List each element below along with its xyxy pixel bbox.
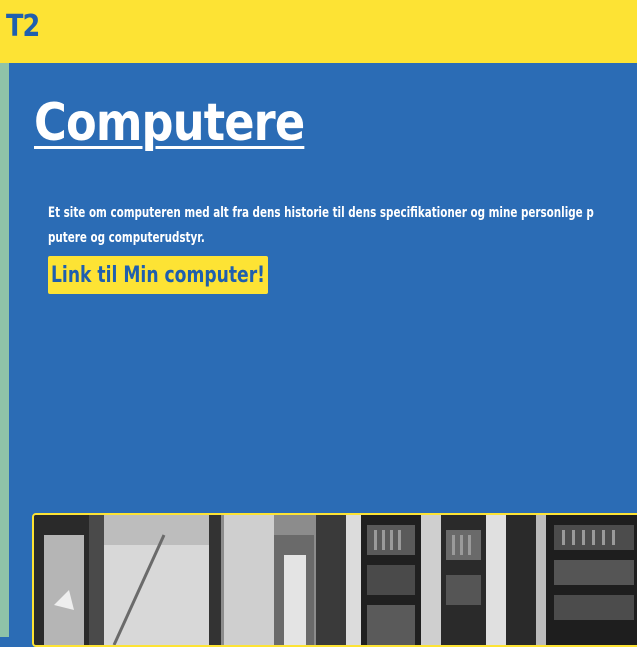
computer-racks-photo	[32, 513, 637, 647]
my-computer-link-label: Link til Min computer!	[51, 262, 265, 288]
intro-line-2: putere og computerudstyr.	[48, 230, 205, 246]
left-accent-strip	[0, 63, 9, 637]
main-content: Computere Et site om computeren med alt …	[9, 63, 637, 647]
page-title: Computere	[34, 93, 305, 153]
site-header: T2	[0, 0, 637, 63]
intro-line-1: Et site om computeren med alt fra dens h…	[48, 205, 594, 221]
my-computer-link[interactable]: Link til Min computer!	[48, 256, 268, 294]
computer-racks-image	[34, 515, 637, 645]
intro-text: Et site om computeren med alt fra dens h…	[48, 201, 637, 251]
site-logo[interactable]: T2	[6, 9, 40, 44]
